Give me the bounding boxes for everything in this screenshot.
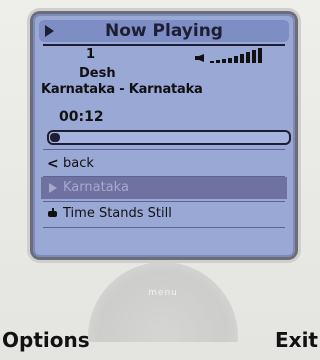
- track-number: 1: [86, 47, 96, 62]
- play-icon: [49, 183, 57, 193]
- display-screen: Now Playing 1 Desh Karnataka - Karnataka…: [33, 14, 295, 257]
- options-softkey[interactable]: Options: [2, 328, 90, 352]
- back-arrow-icon: <: [47, 156, 59, 172]
- speaker-icon: [195, 54, 204, 62]
- phone-frame: Now Playing 1 Desh Karnataka - Karnataka…: [0, 0, 320, 360]
- list-item-label: Karnataka: [63, 180, 129, 195]
- list-item-karnataka[interactable]: Karnataka: [41, 177, 287, 199]
- screen-title: Now Playing: [105, 21, 223, 41]
- list-item-back[interactable]: < back: [41, 153, 287, 175]
- list-item-label: Time Stands Still: [63, 206, 172, 221]
- music-note-icon: [48, 208, 57, 217]
- title-bar: Now Playing: [39, 20, 289, 42]
- title-divider: [43, 44, 285, 46]
- volume-indicator: [210, 47, 274, 63]
- progress-fill: [50, 133, 60, 142]
- artist-name: Desh: [79, 66, 116, 81]
- list-item-time-stands-still[interactable]: Time Stands Still: [41, 203, 287, 225]
- list-item-label: back: [63, 156, 94, 171]
- list-divider: [43, 149, 285, 150]
- exit-softkey[interactable]: Exit: [275, 328, 318, 352]
- list-divider: [43, 227, 285, 228]
- elapsed-time: 00:12: [59, 109, 104, 125]
- album-title: Karnataka - Karnataka: [41, 82, 203, 97]
- list-divider: [43, 201, 285, 202]
- menu-key-label: menu: [148, 288, 178, 298]
- menu-key[interactable]: menu: [88, 262, 238, 342]
- progress-bar[interactable]: [47, 130, 291, 145]
